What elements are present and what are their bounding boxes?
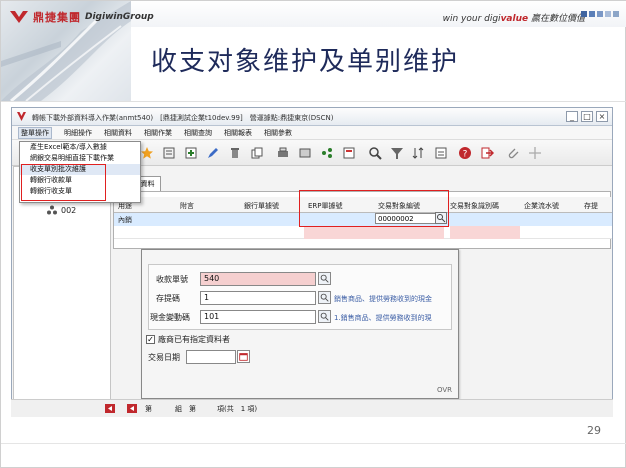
menu-detail[interactable]: 明細操作 <box>64 128 92 138</box>
slide-title: 收支对象维护及单别维护 <box>151 47 460 77</box>
share-icon[interactable] <box>320 146 334 160</box>
receipt-type-label: 收款單號 <box>156 275 188 284</box>
print-icon[interactable] <box>276 146 290 160</box>
required-cell-bg <box>304 226 444 239</box>
first-record-icon[interactable] <box>105 404 115 413</box>
help-icon[interactable]: ? <box>458 146 472 160</box>
divider <box>1 101 626 102</box>
brand-logo: 鼎捷集團 DigiwinGroup <box>9 9 154 25</box>
calendar-icon[interactable] <box>237 350 250 363</box>
minimize-button[interactable]: _ <box>566 111 578 122</box>
lookup-icon[interactable] <box>318 291 331 304</box>
tagline-suffix: 贏在數位價值 <box>530 14 585 24</box>
svg-text:?: ? <box>463 150 468 160</box>
form-icon[interactable] <box>162 146 176 160</box>
maximize-button[interactable]: □ <box>581 111 593 122</box>
edit-icon[interactable] <box>206 146 220 160</box>
list-icon[interactable] <box>434 146 448 160</box>
lookup-icon[interactable] <box>318 272 331 285</box>
col-deposit[interactable]: 存提 <box>584 201 598 211</box>
move-icon[interactable] <box>528 146 542 160</box>
lookup-icon[interactable] <box>318 310 331 323</box>
cell-usage: 內銷 <box>118 216 132 224</box>
copy-icon[interactable] <box>250 146 264 160</box>
tagline-accent: value <box>500 14 529 24</box>
detail-form: 收款單號 540 存提碼 1 銷售商品、提供勞務收到的現金 現金變動碼 101 … <box>141 249 459 399</box>
menu-bar: 整單操作 明細操作 相關資料 相關作業 相關查詢 相關報表 相關參數 <box>12 126 612 140</box>
tree-node-label: 002 <box>61 205 77 215</box>
tagline: win your digivalue 贏在數位價值 <box>443 11 585 24</box>
tagline-prefix: win your digi <box>442 14 501 24</box>
status-seg2: 組 第 <box>175 405 196 413</box>
menu-related-report[interactable]: 相關報表 <box>224 128 252 138</box>
menu-whole-doc[interactable]: 整單操作 <box>18 126 52 139</box>
window-titlebar: 轉帳下載外部資料導入作業(anmt540) [鼎捷測試企業t10dev.99] … <box>12 108 612 126</box>
logo-mark-icon <box>10 11 28 23</box>
attach-icon[interactable] <box>506 146 520 160</box>
vendor-checkbox[interactable]: ✓ <box>146 335 155 344</box>
add-icon[interactable] <box>184 146 198 160</box>
menu-related-params[interactable]: 相關參數 <box>264 128 292 138</box>
cash-change-label: 現金變動碼 <box>150 313 190 322</box>
window-title: 轉帳下載外部資料導入作業(anmt540) [鼎捷測試企業t10dev.99] … <box>32 114 334 122</box>
slide: 鼎捷集團 DigiwinGroup win your digivalue 贏在數… <box>0 0 626 468</box>
delete-icon[interactable] <box>228 146 242 160</box>
ovr-indicator: OVR <box>436 386 452 394</box>
brand-name-cn: 鼎捷集團 <box>33 11 81 24</box>
decor-squares <box>581 11 619 17</box>
col-note[interactable]: 附言 <box>180 201 194 211</box>
export-icon[interactable] <box>298 146 312 160</box>
app-icon <box>17 112 26 121</box>
footer-line <box>1 443 626 444</box>
page-number: 29 <box>587 424 601 437</box>
star-icon[interactable] <box>140 146 154 160</box>
tree-node[interactable]: 002 <box>47 205 76 215</box>
deposit-code-input[interactable]: 1 <box>200 291 316 305</box>
menu-related-query[interactable]: 相關查詢 <box>184 128 212 138</box>
col-serial[interactable]: 企業流水號 <box>524 201 559 211</box>
menu-related-data[interactable]: 相關資料 <box>104 128 132 138</box>
window-controls: _ □ × <box>566 111 608 122</box>
sort-icon[interactable] <box>412 146 426 160</box>
menu-related-jobs[interactable]: 相關作業 <box>144 128 172 138</box>
menu-item-excel-import[interactable]: 產生Excel範本/導入數據 <box>20 142 140 153</box>
trade-date-label: 交易日期 <box>148 353 180 362</box>
tree-node-icon <box>47 205 57 215</box>
deposit-code-hint: 銷售商品、提供勞務收到的現金 <box>334 295 432 303</box>
brand-name-en: DigiwinGroup <box>85 12 154 22</box>
cash-change-input[interactable]: 101 <box>200 310 316 324</box>
vendor-checkbox-label: 廠商已有指定資料者 <box>158 335 230 344</box>
lookup-icon[interactable] <box>435 212 447 224</box>
cash-change-hint: 1.銷售商品、提供勞務收到的現 <box>334 314 432 322</box>
receipt-type-input[interactable]: 540 <box>200 272 316 286</box>
exit-icon[interactable] <box>480 146 494 160</box>
prev-record-icon[interactable] <box>127 404 137 413</box>
col-partner-id[interactable]: 交易對象識別碼 <box>450 201 499 211</box>
required-cell-bg <box>450 226 520 239</box>
col-bank-doc[interactable]: 銀行單據號 <box>244 201 279 211</box>
status-seg1: 第 <box>145 405 152 413</box>
status-bar: 第 組 第 項(共 1 項) <box>11 399 613 417</box>
close-button[interactable]: × <box>596 111 608 122</box>
report-icon[interactable] <box>342 146 356 160</box>
highlight-box-menu <box>21 164 106 201</box>
deposit-code-label: 存提碼 <box>156 294 180 303</box>
status-seg3: 項(共 1 項) <box>217 405 258 413</box>
menu-item-bank-download[interactable]: 網銀交易明細直接下載作業 <box>20 153 140 164</box>
search-icon[interactable] <box>368 146 382 160</box>
filter-icon[interactable] <box>390 146 404 160</box>
trade-date-input[interactable] <box>186 350 236 364</box>
